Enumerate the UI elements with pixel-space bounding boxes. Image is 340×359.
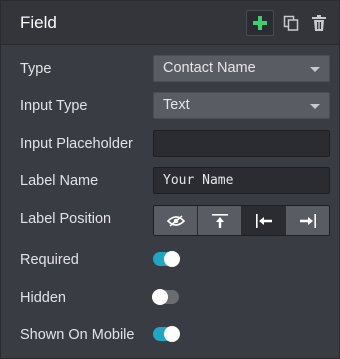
type-select[interactable]: Contact Name (153, 55, 330, 82)
hidden-row: Hidden (1, 284, 339, 314)
input-placeholder-label: Input Placeholder (20, 136, 133, 152)
label-position-row: Label Position (1, 205, 339, 236)
input-type-row: Input Type Text (1, 92, 339, 122)
label-position-segmented (153, 205, 330, 236)
hidden-eye-icon (166, 214, 185, 227)
panel-header: Field (1, 1, 339, 45)
chevron-down-icon (310, 104, 320, 109)
input-type-value: Text (163, 97, 190, 113)
hidden-toggle[interactable] (152, 289, 179, 305)
toggle-knob (164, 326, 180, 342)
label-position-right-button[interactable] (286, 206, 329, 235)
input-type-select[interactable]: Text (153, 92, 330, 119)
plus-icon (253, 16, 267, 30)
trash-icon (312, 15, 326, 31)
required-label: Required (20, 252, 79, 268)
copy-icon (283, 15, 299, 31)
copy-field-button[interactable] (277, 10, 305, 36)
chevron-down-icon (310, 67, 320, 72)
required-row: Required (1, 246, 339, 276)
add-field-button[interactable] (246, 10, 274, 36)
toggle-knob (164, 251, 180, 267)
type-label: Type (20, 61, 52, 77)
label-name-label: Label Name (20, 173, 99, 189)
label-name-field[interactable]: Your Name (153, 167, 330, 194)
required-toggle[interactable] (153, 251, 180, 267)
input-placeholder-row: Input Placeholder (1, 130, 339, 160)
label-name-row: Label Name Your Name (1, 167, 339, 197)
panel-title: Field (20, 13, 57, 32)
shown-on-mobile-row: Shown On Mobile (1, 321, 339, 351)
label-position-top-button[interactable] (198, 206, 242, 235)
type-value: Contact Name (163, 60, 256, 76)
right-arrow-icon (299, 213, 316, 228)
shown-on-mobile-label: Shown On Mobile (20, 327, 135, 343)
label-name-value: Your Name (163, 173, 234, 188)
label-position-left-button[interactable] (242, 206, 286, 235)
top-arrow-icon (211, 213, 228, 228)
input-type-label: Input Type (20, 98, 88, 114)
field-settings-panel: Field Type Contact Name Input Type Text … (0, 0, 340, 359)
left-arrow-icon (255, 213, 272, 228)
toggle-knob (152, 289, 168, 305)
label-position-hidden-button[interactable] (154, 206, 198, 235)
type-row: Type Contact Name (1, 55, 339, 85)
input-placeholder-field[interactable] (153, 130, 330, 157)
shown-on-mobile-toggle[interactable] (153, 326, 180, 342)
delete-field-button[interactable] (305, 10, 333, 36)
hidden-label: Hidden (20, 290, 66, 306)
label-position-label: Label Position (20, 211, 112, 227)
